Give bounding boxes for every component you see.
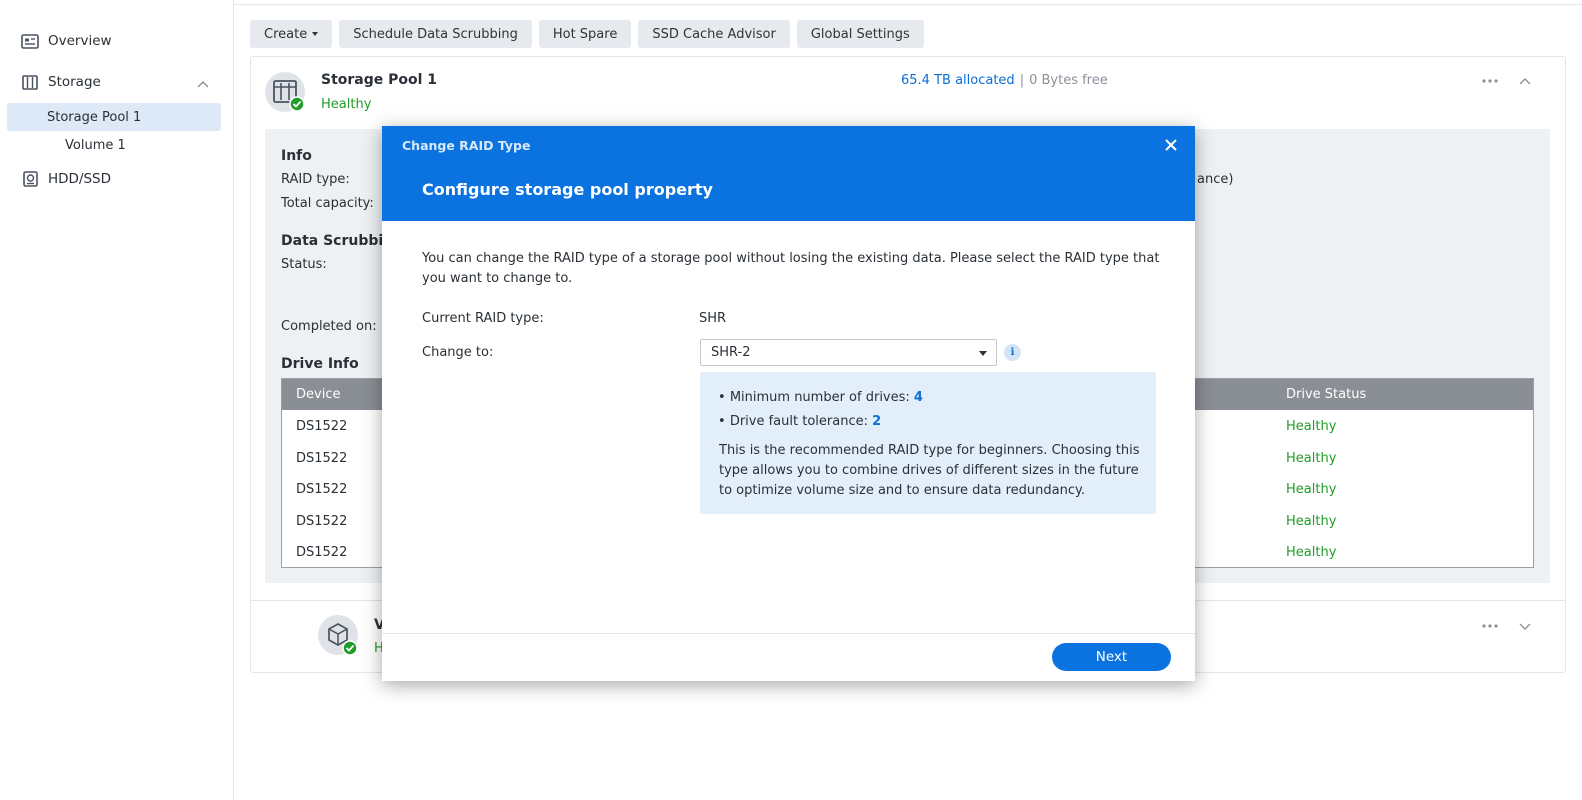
fault-tolerance-line: • Drive fault tolerance: 2 — [718, 414, 882, 429]
column-header-device[interactable]: Device — [296, 387, 340, 402]
sidebar-item-storage-pool-1[interactable]: Storage Pool 1 — [7, 103, 221, 131]
change-to-label: Change to: — [422, 345, 494, 360]
dialog-header: Change RAID Type Configure storage pool … — [382, 126, 1195, 221]
chevron-down-icon[interactable] — [1519, 620, 1531, 635]
scrubbing-status-label: Status: — [281, 257, 327, 272]
volume-cube-icon — [318, 615, 358, 656]
drive-info-heading: Drive Info — [281, 356, 359, 372]
pool-status: Healthy — [321, 97, 372, 112]
raid-type-suffix: ance) — [1197, 172, 1234, 187]
chevron-up-icon[interactable] — [1519, 74, 1531, 89]
sidebar: Overview Storage Storage Pool 1 Volume 1… — [0, 0, 234, 800]
more-icon[interactable] — [1481, 69, 1499, 88]
sidebar-item-hdd-ssd[interactable]: HDD/SSD — [7, 165, 221, 193]
fault-tolerance-label: Drive fault tolerance: — [729, 414, 868, 429]
sidebar-item-label: Overview — [48, 33, 112, 49]
raid-type-select[interactable]: SHR-2 — [700, 339, 997, 366]
raid-info-box: • Minimum number of drives: 4 • Drive fa… — [700, 372, 1156, 514]
dialog-footer-divider — [382, 633, 1195, 634]
free-space: 0 Bytes free — [1029, 73, 1108, 88]
top-divider — [234, 4, 1582, 5]
dialog-description: You can change the RAID type of a storag… — [422, 251, 1160, 286]
raid-type-label: RAID type: — [281, 172, 350, 187]
toolbar: Create Schedule Data Scrubbing Hot Spare… — [250, 20, 924, 48]
total-capacity-label: Total capacity: — [281, 196, 374, 211]
min-drives-label: Minimum number of drives: — [729, 390, 910, 405]
raid-type-selected: SHR-2 — [711, 345, 751, 360]
schedule-scrubbing-button[interactable]: Schedule Data Scrubbing — [339, 20, 532, 48]
current-raid-label: Current RAID type: — [422, 311, 544, 326]
close-icon[interactable] — [1164, 138, 1178, 152]
drive-status-cell: Healthy — [1286, 545, 1337, 561]
storage-icon — [21, 74, 39, 90]
ssd-cache-advisor-button[interactable]: SSD Cache Advisor — [638, 20, 790, 48]
sidebar-item-volume-1[interactable]: Volume 1 — [7, 131, 221, 159]
sidebar-item-label: HDD/SSD — [48, 171, 112, 187]
create-button[interactable]: Create — [250, 20, 333, 48]
scrubbing-heading: Data Scrubbin — [281, 233, 394, 249]
dropdown-caret-icon — [979, 351, 987, 356]
create-label: Create — [264, 26, 308, 42]
allocated-link[interactable]: 65.4 TB allocated — [901, 73, 1015, 88]
device-cell: DS1522 — [296, 450, 348, 466]
info-heading: Info — [281, 148, 312, 164]
drive-status-cell: Healthy — [1286, 419, 1337, 434]
caret-down-icon — [312, 32, 319, 36]
recommendation-text: This is the recommended RAID type for be… — [719, 443, 1140, 498]
column-header-drive-status[interactable]: Drive Status — [1286, 387, 1366, 402]
dialog-heading: Configure storage pool property — [422, 180, 713, 199]
hot-spare-button[interactable]: Hot Spare — [538, 20, 632, 48]
fault-tolerance-value: 2 — [872, 414, 882, 429]
pool-title: Storage Pool 1 — [321, 72, 438, 88]
current-raid-value: SHR — [699, 311, 727, 326]
device-cell: DS1522 — [296, 419, 348, 434]
drive-status-cell: Healthy — [1286, 482, 1337, 498]
sidebar-item-label: Storage — [48, 74, 101, 90]
change-raid-dialog: Change RAID Type Configure storage pool … — [382, 126, 1195, 681]
next-button[interactable]: Next — [1052, 643, 1171, 671]
sidebar-item-storage[interactable]: Storage — [7, 68, 221, 96]
min-drives-line: • Minimum number of drives: 4 — [718, 390, 923, 405]
overview-icon — [21, 33, 39, 49]
pool-capacity: 65.4 TB allocated | 0 Bytes free — [901, 73, 1108, 88]
device-cell: DS1522 — [296, 545, 348, 561]
drive-status-cell: Healthy — [1286, 450, 1337, 466]
hdd-icon — [21, 171, 39, 187]
drive-status-cell: Healthy — [1286, 513, 1337, 529]
more-icon[interactable] — [1481, 614, 1499, 633]
global-settings-button[interactable]: Global Settings — [796, 20, 924, 48]
sidebar-item-label: Storage Pool 1 — [47, 109, 142, 125]
completed-on-label: Completed on: — [281, 319, 377, 334]
dialog-window-title: Change RAID Type — [402, 138, 531, 153]
chevron-up-icon[interactable] — [197, 76, 209, 92]
sidebar-item-label: Volume 1 — [65, 137, 126, 153]
device-cell: DS1522 — [296, 513, 348, 529]
min-drives-value: 4 — [913, 390, 923, 405]
device-cell: DS1522 — [296, 482, 348, 498]
info-icon[interactable]: i — [1004, 344, 1021, 361]
sidebar-item-overview[interactable]: Overview — [7, 27, 221, 55]
pool-icon — [265, 72, 305, 112]
capacity-separator: | — [1019, 73, 1025, 88]
